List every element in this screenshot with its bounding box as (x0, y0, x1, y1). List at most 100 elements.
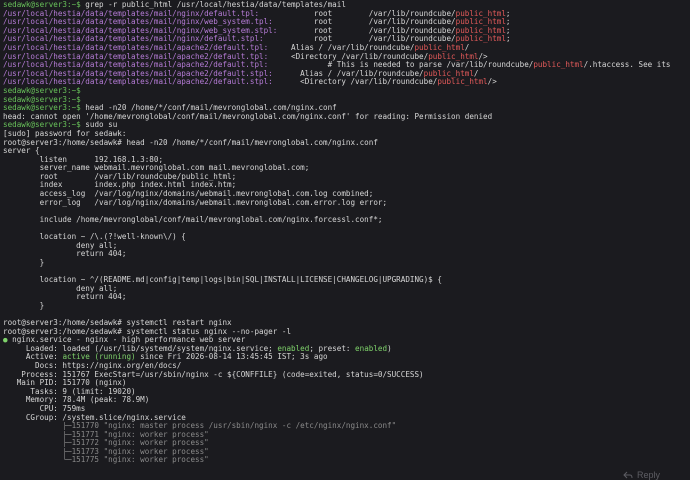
terminal-text-segment: public_html (455, 18, 506, 27)
terminal-text-segment: / (464, 43, 470, 52)
terminal-line: } (3, 259, 690, 268)
terminal-text-segment: root /var/lib/roundcube/ (259, 9, 456, 18)
terminal-text-segment: CGroup: /system.slice/nginx.service (3, 413, 186, 422)
terminal-text-segment: since Fri 2026-08-14 13:45:45 IST; 3s ag… (135, 353, 328, 362)
terminal-text-segment: Tasks: 9 (limit: 19020) (3, 387, 136, 396)
terminal-text-segment: /usr/local/hestia/data/templates/mail/ng… (3, 26, 278, 35)
terminal-line: /usr/local/hestia/data/templates/mail/ng… (3, 10, 690, 19)
terminal-line: deny all; (3, 242, 690, 251)
terminal-output: sedawk@server3:~$ grep -r public_html /u… (3, 1, 690, 480)
terminal-line: Process: 151767 ExecStart=/usr/sbin/ngin… (3, 371, 690, 380)
terminal-text-segment: ; (505, 35, 511, 44)
terminal-line: head: cannot open '/home/mevronglobal/co… (3, 113, 690, 122)
terminal-text-segment: /usr/local/hestia/data/templates/mail/ng… (3, 18, 273, 27)
terminal-text-segment: public_html (437, 78, 488, 87)
terminal-text-segment: grep -r public_html /usr/local/hestia/da… (85, 1, 346, 9)
terminal-text-segment: Docs: https://nginx.org/en/docs/ (3, 361, 182, 370)
terminal-line: root /var/lib/roundcube/public_html; (3, 173, 690, 182)
reply-button[interactable]: Reply (623, 470, 660, 480)
terminal-line: /usr/local/hestia/data/templates/mail/ng… (3, 18, 690, 27)
terminal-text-segment: /usr/local/hestia/data/templates/mail/ap… (3, 69, 273, 78)
terminal-text-segment: ) (387, 344, 392, 353)
terminal-text-segment: # This is needed to parse /var/lib/round… (268, 61, 534, 70)
terminal-text-segment: / (473, 69, 479, 78)
terminal-text-segment: ; preset: (309, 344, 356, 353)
terminal-line: ├─151773 "nginx: worker process" (3, 448, 690, 457)
terminal-line: deny all; (3, 285, 690, 294)
terminal-text-segment: public_html (455, 26, 506, 35)
terminal-text-segment: ├─151770 "nginx: master process /usr/sbi… (3, 422, 397, 431)
terminal-line: [sudo] password for sedawk: (3, 130, 690, 139)
terminal-text-segment: } (3, 258, 45, 267)
terminal-text-segment: root@server3:/home/sedawk# systemctl sta… (3, 327, 292, 336)
terminal-text-segment: active (running) (62, 353, 136, 362)
terminal-text-segment: <Directory /var/lib/roundcube/ (272, 78, 438, 87)
terminal-text-segment: ; (505, 18, 511, 27)
terminal-text-segment: nginx.service - nginx - high performance… (12, 336, 246, 345)
terminal-line: } (3, 302, 690, 311)
terminal-line: /usr/local/hestia/data/templates/mail/ap… (3, 61, 690, 70)
terminal-text-segment: return 404; (3, 293, 127, 302)
terminal-line: /usr/local/hestia/data/templates/mail/ng… (3, 27, 690, 36)
terminal-line: Main PID: 151770 (nginx) (3, 379, 690, 388)
terminal-text-segment: Main PID: 151770 (nginx) (3, 379, 127, 388)
terminal-text-segment: root@server3:/home/sedawk# systemctl res… (3, 318, 232, 327)
terminal-line: ├─151772 "nginx: worker process" (3, 439, 690, 448)
terminal-line: return 404; (3, 293, 690, 302)
terminal-text-segment: /> (478, 52, 488, 61)
terminal-text-segment: sedawk@server3:~$ (3, 104, 86, 113)
terminal-line: root@server3:/home/sedawk# systemctl sta… (3, 328, 690, 337)
terminal-line: server_name webmail.mevronglobal.com mai… (3, 164, 690, 173)
terminal-text-segment: ; (505, 26, 511, 35)
terminal-line: root@server3:/home/sedawk# systemctl res… (3, 319, 690, 328)
terminal-text-segment: [sudo] password for sedawk: (3, 129, 127, 138)
terminal-text-segment: server_name webmail.mevronglobal.com mai… (3, 164, 310, 173)
terminal-line: CGroup: /system.slice/nginx.service (3, 414, 690, 423)
terminal-text-segment: head: cannot open '/home/mevronglobal/co… (3, 112, 493, 121)
terminal-line: root@server3:/home/sedawk# head -n20 /ho… (3, 139, 690, 148)
terminal-line: CPU: 759ms (3, 405, 690, 414)
terminal-text-segment: listen 192.168.1.3:80; (3, 155, 164, 164)
terminal-text-segment: sedawk@server3:~$ (3, 95, 81, 104)
terminal-line: /usr/local/hestia/data/templates/mail/ap… (3, 78, 690, 87)
terminal-line: └─151775 "nginx: worker process" (3, 456, 690, 465)
terminal-line: ● nginx.service - nginx - high performan… (3, 336, 690, 345)
terminal-text-segment: deny all; (3, 241, 118, 250)
terminal-line: Docs: https://nginx.org/en/docs/ (3, 362, 690, 371)
terminal-text-segment: public_html (423, 69, 474, 78)
terminal-line: server { (3, 147, 690, 156)
terminal-text-segment: Memory: 78.4M (peak: 78.9M) (3, 396, 150, 405)
terminal-line: ├─151771 "nginx: worker process" (3, 431, 690, 440)
terminal-text-segment: Process: 151767 ExecStart=/usr/sbin/ngin… (3, 370, 424, 379)
terminal-text-segment: include /home/mevronglobal/conf/mail/mev… (3, 215, 383, 224)
terminal-text-segment: return 404; (3, 250, 127, 259)
terminal-text-segment: Alias / /var/lib/roundcube/ (268, 43, 415, 52)
terminal-text-segment: index index.php index.html index.htm; (3, 181, 237, 190)
reply-label: Reply (636, 470, 660, 480)
terminal-text-segment: head -n20 /home/*/conf/mail/mevronglobal… (85, 104, 337, 113)
terminal-text-segment: deny all; (3, 284, 118, 293)
terminal-text-segment: server { (3, 147, 40, 156)
terminal-line: include /home/mevronglobal/conf/mail/mev… (3, 216, 690, 225)
terminal-text-segment: sedawk@server3:~$ (3, 121, 86, 130)
terminal-line: error_log /var/log/nginx/domains/webmail… (3, 199, 690, 208)
terminal-text-segment: /usr/local/hestia/data/templates/mail/ng… (3, 9, 260, 18)
terminal-window[interactable]: sedawk@server3:~$ grep -r public_html /u… (0, 0, 690, 480)
terminal-text-segment: enabled (355, 344, 388, 353)
terminal-text-segment: access_log /var/log/nginx/domains/webmai… (3, 190, 374, 199)
terminal-text-segment: /usr/local/hestia/data/templates/mail/ap… (3, 78, 273, 87)
terminal-text-segment: public_html (428, 52, 479, 61)
terminal-text-segment: location ~ /\.(?!well-known\/) { (3, 233, 186, 242)
terminal-text-segment: sedawk@server3:~$ (3, 86, 81, 95)
terminal-line: Loaded: loaded (/usr/lib/systemd/system/… (3, 345, 690, 354)
terminal-text-segment: /.htaccess. See its (583, 61, 671, 70)
terminal-text-segment: CPU: 759ms (3, 404, 86, 413)
terminal-text-segment: /usr/local/hestia/data/templates/mail/ap… (3, 52, 269, 61)
terminal-text-segment: ├─151772 "nginx: worker process" (3, 439, 209, 448)
terminal-text-segment: location ~ ^/(README.md|config|temp|logs… (3, 276, 442, 284)
terminal-text-segment: public_html (533, 61, 584, 70)
terminal-text-segment: sudo su (85, 121, 118, 130)
terminal-line: sedawk@server3:~$ sudo su (3, 121, 690, 130)
